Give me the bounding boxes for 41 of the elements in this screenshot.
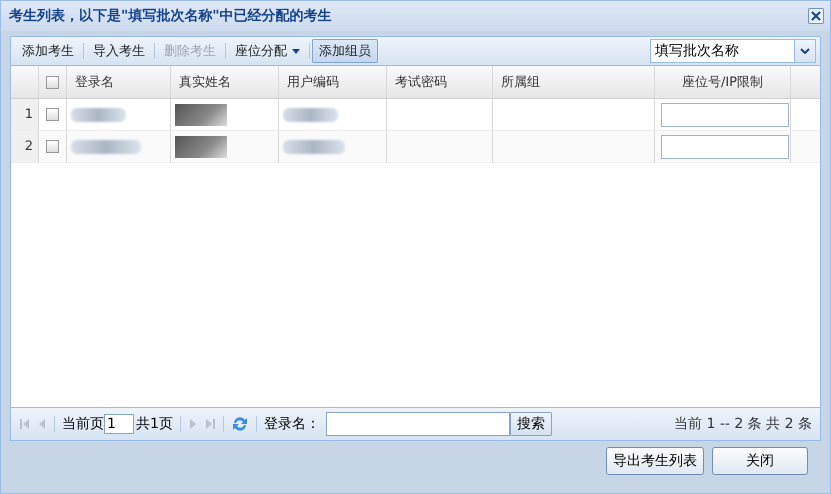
redacted-blur — [283, 108, 338, 122]
previous-page-icon[interactable] — [37, 417, 47, 431]
column-header[interactable]: 考试密码 — [387, 66, 493, 98]
footer-button[interactable]: 关闭 — [712, 447, 808, 475]
column-header[interactable]: 真实姓名 — [171, 66, 279, 98]
total-pages: 共1页 — [136, 415, 173, 433]
page-label: 当前页 — [62, 415, 104, 433]
column-header[interactable]: 登录名 — [67, 66, 171, 98]
row-number: 2 — [11, 131, 39, 162]
select-all-checkbox[interactable] — [46, 76, 59, 88]
seat-input[interactable] — [661, 102, 789, 126]
seat-input[interactable] — [661, 134, 789, 158]
search-label: 登录名： — [264, 415, 320, 433]
search-button[interactable]: 搜索 — [510, 412, 552, 436]
caret-icon — [292, 48, 300, 54]
close-button[interactable] — [808, 8, 824, 24]
toolbar-button[interactable]: 导入考生 — [86, 39, 152, 63]
refresh-icon[interactable] — [230, 415, 249, 433]
redacted-blur — [71, 108, 126, 122]
next-page-icon[interactable] — [188, 417, 198, 431]
row-checkbox[interactable] — [46, 140, 59, 153]
redacted-blur — [175, 136, 227, 158]
first-page-icon[interactable] — [19, 417, 31, 431]
column-header[interactable]: 所属组 — [493, 66, 655, 98]
search-field[interactable] — [326, 412, 510, 436]
column-header[interactable]: 用户编码 — [279, 66, 387, 98]
row-checkbox[interactable] — [46, 108, 59, 121]
page-input[interactable]: 1 — [104, 414, 134, 434]
row-number: 1 — [11, 99, 39, 130]
paging-summary: 当前 1 -- 2 条 共 2 条 — [674, 415, 812, 433]
window-title: 考生列表，以下是"填写批次名称"中已经分配的考生 — [9, 7, 332, 25]
toolbar-button[interactable]: 添加考生 — [15, 39, 81, 63]
footer-button[interactable]: 导出考生列表 — [606, 447, 704, 475]
last-page-icon[interactable] — [204, 417, 216, 431]
redacted-blur — [71, 140, 141, 154]
redacted-blur — [175, 104, 227, 126]
column-header[interactable]: 座位号/IP限制 — [655, 66, 791, 98]
toolbar-button[interactable]: 添加组员 — [312, 39, 378, 63]
batch-select[interactable]: 填写批次名称 — [650, 39, 816, 63]
redacted-blur — [283, 140, 345, 154]
menu-button[interactable]: 座位分配 — [228, 39, 307, 63]
